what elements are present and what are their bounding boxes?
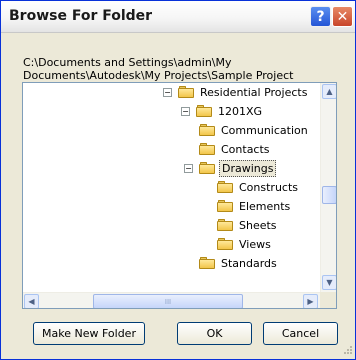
- tree-node-standards[interactable]: Standards: [199, 254, 279, 272]
- tree-node-constructs[interactable]: Constructs: [217, 178, 300, 196]
- tree-node-communication[interactable]: Communication: [199, 121, 310, 139]
- close-icon: ✕: [336, 8, 349, 25]
- folder-icon: [217, 200, 233, 212]
- tree-node-label[interactable]: 1201XG: [216, 104, 264, 119]
- folder-icon: [199, 143, 215, 155]
- collapse-icon[interactable]: −: [181, 106, 190, 116]
- tree-node-label[interactable]: Views: [237, 237, 273, 252]
- folder-icon: [217, 181, 233, 193]
- tree-node-label[interactable]: Contacts: [219, 142, 272, 157]
- scrollbar-corner: [320, 292, 336, 308]
- tree-node-elements[interactable]: Elements: [217, 197, 292, 215]
- folder-icon: [199, 162, 215, 174]
- help-button[interactable]: ?: [310, 6, 331, 27]
- collapse-icon[interactable]: −: [163, 87, 172, 97]
- horizontal-scrollbar[interactable]: ◀ III ▶: [23, 292, 320, 308]
- vertical-scrollbar[interactable]: ▲ ▼: [320, 83, 336, 292]
- tree-node-label[interactable]: Constructs: [237, 180, 300, 195]
- cancel-button[interactable]: Cancel: [263, 322, 338, 345]
- scroll-right-button[interactable]: ▶: [303, 294, 318, 308]
- tree-node-drawings[interactable]: − Drawings: [184, 159, 277, 177]
- vertical-scroll-thumb[interactable]: [322, 186, 336, 204]
- tree-node-label[interactable]: Residential Projects: [198, 85, 309, 100]
- browse-for-folder-dialog: Browse For Folder ? ✕ C:\Documents and S…: [0, 0, 356, 360]
- folder-icon: [199, 124, 215, 136]
- folder-icon: [178, 86, 194, 98]
- chevron-left-icon: ◀: [28, 297, 35, 306]
- folder-tree-content: − Residential Projects − 1201XG Communic…: [23, 83, 320, 292]
- folder-icon: [217, 238, 233, 250]
- close-button[interactable]: ✕: [332, 6, 353, 27]
- tree-node-label-selected[interactable]: Drawings: [219, 159, 277, 177]
- tree-node-label[interactable]: Sheets: [237, 218, 279, 233]
- folder-icon: [196, 105, 212, 117]
- folder-tree[interactable]: − Residential Projects − 1201XG Communic…: [22, 82, 337, 309]
- tree-node-label[interactable]: Elements: [237, 199, 292, 214]
- tree-node-views[interactable]: Views: [217, 235, 273, 253]
- ok-button[interactable]: OK: [177, 322, 252, 345]
- horizontal-scroll-thumb[interactable]: III: [93, 294, 243, 308]
- chevron-down-icon: ▼: [326, 278, 333, 287]
- collapse-icon[interactable]: −: [184, 163, 193, 173]
- resize-grip-icon[interactable]: [341, 345, 353, 357]
- scroll-down-button[interactable]: ▼: [322, 275, 336, 290]
- folder-icon: [199, 257, 215, 269]
- make-new-folder-button[interactable]: Make New Folder: [33, 322, 145, 345]
- folder-icon: [217, 219, 233, 231]
- chevron-right-icon: ▶: [307, 297, 314, 306]
- scroll-up-button[interactable]: ▲: [322, 84, 336, 99]
- title-bar[interactable]: Browse For Folder ? ✕: [1, 1, 355, 33]
- tree-node-label[interactable]: Communication: [219, 123, 310, 138]
- tree-node-residential-projects[interactable]: − Residential Projects: [163, 83, 309, 101]
- tree-node-contacts[interactable]: Contacts: [199, 140, 272, 158]
- grip-icon: III: [164, 297, 172, 306]
- scroll-left-button[interactable]: ◀: [24, 294, 39, 308]
- chevron-up-icon: ▲: [326, 87, 333, 96]
- tree-node-1201xg[interactable]: − 1201XG: [181, 102, 264, 120]
- help-icon: ?: [316, 8, 325, 25]
- tree-node-label[interactable]: Standards: [219, 256, 279, 271]
- dialog-title: Browse For Folder: [9, 8, 153, 24]
- tree-node-sheets[interactable]: Sheets: [217, 216, 279, 234]
